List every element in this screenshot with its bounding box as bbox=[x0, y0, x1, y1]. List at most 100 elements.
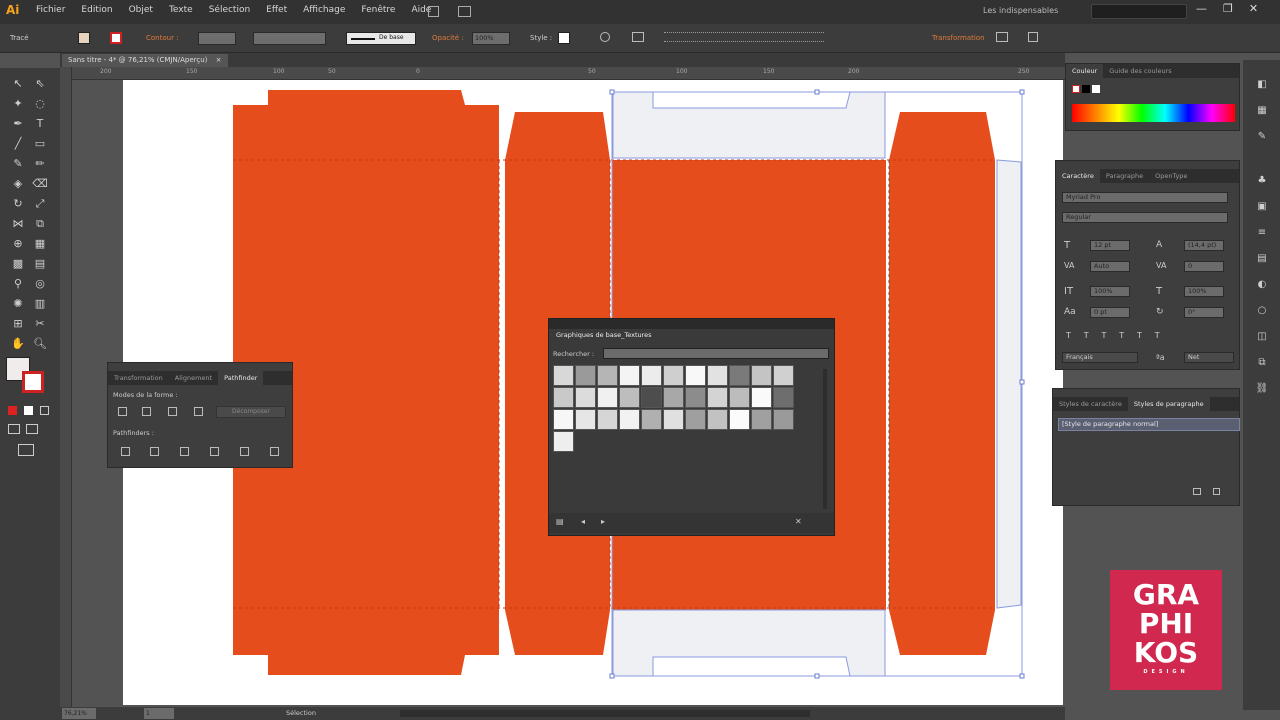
stroke-weight-field[interactable] bbox=[198, 32, 236, 45]
artboards-panel-icon[interactable]: ⧉ bbox=[1255, 356, 1269, 370]
ruler-top[interactable]: 200 150 100 50 0 50 100 150 200 250 bbox=[68, 67, 1065, 80]
opacity-field[interactable]: 100% bbox=[472, 32, 510, 45]
minimize-button[interactable]: — bbox=[1196, 2, 1207, 15]
texture-swatch[interactable] bbox=[553, 431, 574, 452]
restore-button[interactable]: ❐ bbox=[1223, 2, 1233, 15]
transform-label[interactable]: Transformation bbox=[932, 34, 985, 47]
menu-fenetre[interactable]: Fenêtre bbox=[361, 5, 395, 15]
texture-swatch[interactable] bbox=[685, 409, 706, 430]
recolor-icon[interactable] bbox=[600, 32, 610, 42]
horizontal-scrollbar[interactable] bbox=[400, 710, 810, 717]
swatches-panel-icon[interactable]: ▦ bbox=[1255, 104, 1269, 118]
eyedropper-tool-icon[interactable]: ⚲ bbox=[10, 276, 26, 292]
links-panel-icon[interactable]: ⛓ bbox=[1255, 382, 1269, 396]
menu-selection[interactable]: Sélection bbox=[209, 5, 250, 15]
pencil-tool-icon[interactable]: ✏ bbox=[32, 156, 48, 172]
library-menu-icon[interactable]: ▤ bbox=[556, 517, 564, 526]
tab-transformation[interactable]: Transformation bbox=[108, 371, 169, 385]
search-input[interactable] bbox=[1091, 4, 1187, 19]
tab-pathfinder[interactable]: Pathfinder bbox=[218, 371, 264, 385]
selection-tool-icon[interactable]: ↖ bbox=[10, 76, 26, 92]
blob-brush-tool-icon[interactable]: ◈ bbox=[10, 176, 26, 192]
menu-edition[interactable]: Edition bbox=[81, 5, 112, 15]
texture-swatch[interactable] bbox=[729, 365, 750, 386]
menu-objet[interactable]: Objet bbox=[129, 5, 153, 15]
texture-swatch[interactable] bbox=[597, 365, 618, 386]
collapse-icon[interactable]: ✕ bbox=[795, 517, 802, 526]
font-family-select[interactable]: Myriad Pro bbox=[1062, 192, 1228, 203]
zoom-field[interactable]: 76,21% bbox=[62, 708, 96, 719]
magic-wand-tool-icon[interactable]: ✦ bbox=[10, 96, 26, 112]
font-style-select[interactable]: Regular bbox=[1062, 212, 1228, 223]
paintbrush-tool-icon[interactable]: ✎ bbox=[10, 156, 26, 172]
ruler-left[interactable] bbox=[60, 67, 72, 707]
library-search-input[interactable] bbox=[603, 348, 829, 359]
texture-swatch[interactable] bbox=[619, 387, 640, 408]
tab-caractere[interactable]: Caractère bbox=[1056, 169, 1100, 183]
divide-icon[interactable] bbox=[121, 447, 130, 456]
texture-swatch[interactable] bbox=[729, 409, 750, 430]
delete-style-icon[interactable] bbox=[1213, 488, 1220, 495]
color-spectrum[interactable] bbox=[1072, 104, 1235, 122]
texture-swatch[interactable] bbox=[663, 409, 684, 430]
draw-normal-icon[interactable] bbox=[8, 424, 20, 434]
stroke-style-field[interactable]: De base bbox=[346, 32, 416, 45]
mesh-tool-icon[interactable]: ▩ bbox=[10, 256, 26, 272]
horizontal-scale-field[interactable]: 100% bbox=[1184, 286, 1224, 297]
texture-swatch[interactable] bbox=[641, 387, 662, 408]
texture-swatch[interactable] bbox=[707, 365, 728, 386]
texture-swatch[interactable] bbox=[663, 387, 684, 408]
texture-swatch[interactable] bbox=[597, 387, 618, 408]
eraser-tool-icon[interactable]: ⌫ bbox=[32, 176, 48, 192]
arrange-documents-icon[interactable] bbox=[458, 6, 471, 17]
symbols-panel-icon[interactable]: ♣ bbox=[1255, 174, 1269, 188]
current-tool-status[interactable]: Sélection bbox=[286, 709, 316, 717]
texture-swatch[interactable] bbox=[663, 365, 684, 386]
free-transform-tool-icon[interactable]: ⧉ bbox=[32, 216, 48, 232]
next-library-icon[interactable]: ▸ bbox=[601, 517, 605, 526]
menu-icon[interactable] bbox=[1028, 32, 1038, 42]
texture-swatch[interactable] bbox=[773, 409, 794, 430]
menu-texte[interactable]: Texte bbox=[169, 5, 193, 15]
hand-tool-icon[interactable]: ✋ bbox=[10, 336, 26, 352]
layers-panel-icon[interactable]: ◫ bbox=[1255, 330, 1269, 344]
tracking-field[interactable]: 0 bbox=[1184, 261, 1224, 272]
texture-swatch[interactable] bbox=[575, 387, 596, 408]
type-style-buttons[interactable]: TTTTTT bbox=[1066, 331, 1226, 341]
transparency-panel-icon[interactable]: ◐ bbox=[1255, 278, 1269, 292]
direct-selection-tool-icon[interactable]: ⇖ bbox=[32, 76, 48, 92]
shape-builder-tool-icon[interactable]: ⊕ bbox=[10, 236, 26, 252]
texture-swatch[interactable] bbox=[553, 387, 574, 408]
texture-swatch[interactable] bbox=[773, 365, 794, 386]
previous-library-icon[interactable]: ◂ bbox=[581, 517, 585, 526]
contour-label[interactable]: Contour : bbox=[146, 34, 179, 47]
draw-behind-icon[interactable] bbox=[26, 424, 38, 434]
isolate-icon[interactable] bbox=[996, 32, 1008, 42]
texture-swatch[interactable] bbox=[641, 365, 662, 386]
kerning-field[interactable]: Auto bbox=[1090, 261, 1130, 272]
outline-icon[interactable] bbox=[240, 447, 249, 456]
texture-swatch[interactable] bbox=[597, 409, 618, 430]
stroke-color-swatch[interactable] bbox=[22, 371, 44, 393]
texture-swatch[interactable] bbox=[641, 409, 662, 430]
opacity-label[interactable]: Opacité : bbox=[432, 34, 464, 47]
tab-guide-couleurs[interactable]: Guide des couleurs bbox=[1103, 64, 1177, 78]
line-tool-icon[interactable]: ╱ bbox=[10, 136, 26, 152]
minus-front-icon[interactable] bbox=[142, 407, 151, 416]
workspace-switcher[interactable]: Les indispensables bbox=[983, 6, 1058, 15]
tab-paragraphe[interactable]: Paragraphe bbox=[1100, 169, 1149, 183]
lasso-tool-icon[interactable]: ◌ bbox=[32, 96, 48, 112]
align-buttons[interactable] bbox=[664, 32, 824, 42]
tab-styles-caractere[interactable]: Styles de caractère bbox=[1053, 397, 1128, 411]
scale-tool-icon[interactable]: ⤢ bbox=[32, 196, 48, 212]
perspective-grid-tool-icon[interactable]: ▦ bbox=[32, 236, 48, 252]
slice-tool-icon[interactable]: ✂ bbox=[32, 316, 48, 332]
texture-swatch[interactable] bbox=[685, 365, 706, 386]
exclude-icon[interactable] bbox=[194, 407, 203, 416]
document-tab-close[interactable]: × bbox=[216, 56, 222, 64]
type-tool-icon[interactable]: T bbox=[32, 116, 48, 132]
width-tool-icon[interactable]: ⋈ bbox=[10, 216, 26, 232]
tab-styles-paragraphe[interactable]: Styles de paragraphe bbox=[1127, 397, 1210, 411]
rectangle-tool-icon[interactable]: ▭ bbox=[32, 136, 48, 152]
variable-width-field[interactable] bbox=[253, 32, 326, 45]
